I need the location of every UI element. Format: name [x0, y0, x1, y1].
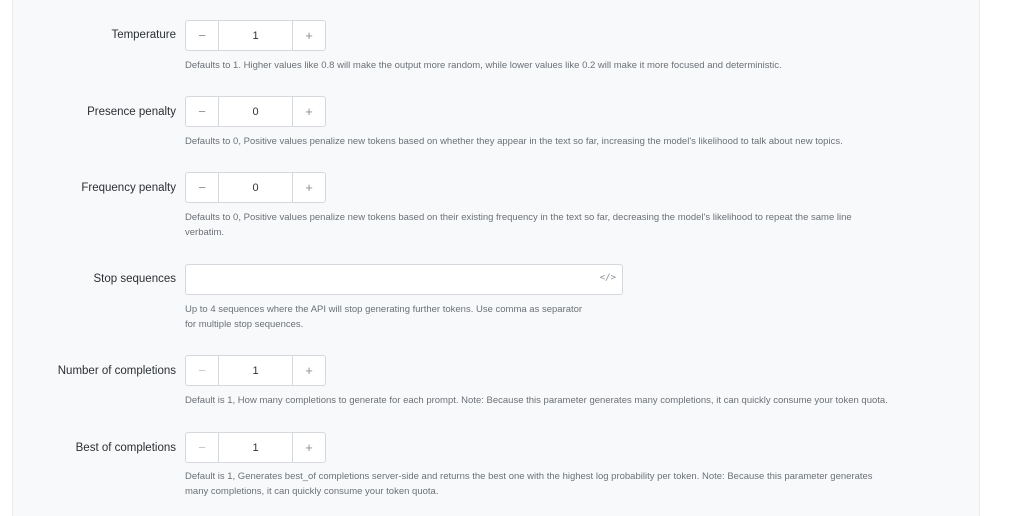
presence-penalty-stepper: − 0 +	[185, 96, 326, 127]
frequency-penalty-value[interactable]: 0	[218, 173, 293, 202]
stop-sequences-help-line-2: for multiple stop sequences.	[185, 319, 304, 330]
best-of-completions-increment-button[interactable]: +	[293, 433, 325, 462]
frequency-penalty-stepper: − 0 +	[185, 172, 326, 203]
number-of-completions-value[interactable]: 1	[218, 356, 293, 385]
frequency-penalty-decrement-button[interactable]: −	[186, 173, 218, 202]
presence-penalty-value[interactable]: 0	[218, 97, 293, 126]
presence-penalty-decrement-button[interactable]: −	[186, 97, 218, 126]
number-of-completions-decrement-button[interactable]: −	[186, 356, 218, 385]
frequency-penalty-increment-button[interactable]: +	[293, 173, 325, 202]
temperature-help-text: Defaults to 1. Higher values like 0.8 wi…	[185, 60, 782, 71]
temperature-value[interactable]: 1	[218, 21, 293, 50]
stop-sequences-help-text: Up to 4 sequences where the API will sto…	[185, 302, 582, 332]
frequency-penalty-help-text: Defaults to 0, Positive values penalize …	[185, 210, 852, 240]
best-of-completions-value[interactable]: 1	[218, 433, 293, 462]
stop-sequences-label: Stop sequences	[93, 273, 176, 285]
number-of-completions-stepper: − 1 +	[185, 355, 326, 386]
stop-sequences-input[interactable]	[194, 265, 598, 294]
best-of-completions-help-line-2: many completions, it can quickly consume…	[185, 486, 439, 497]
parameters-panel	[12, 0, 980, 516]
best-of-completions-stepper: − 1 +	[185, 432, 326, 463]
temperature-stepper: − 1 +	[185, 20, 326, 51]
number-of-completions-increment-button[interactable]: +	[293, 356, 325, 385]
number-of-completions-help-text: Default is 1, How many completions to ge…	[185, 395, 888, 406]
frequency-penalty-label: Frequency penalty	[81, 182, 176, 194]
best-of-completions-help-text: Default is 1, Generates best_of completi…	[185, 469, 873, 499]
best-of-completions-help-line-1: Default is 1, Generates best_of completi…	[185, 471, 873, 482]
frequency-penalty-help-line-1: Defaults to 0, Positive values penalize …	[185, 212, 852, 223]
temperature-label: Temperature	[111, 29, 176, 41]
code-icon[interactable]: </>	[600, 273, 616, 283]
temperature-increment-button[interactable]: +	[293, 21, 325, 50]
number-of-completions-label: Number of completions	[57, 365, 176, 377]
best-of-completions-label: Best of completions	[75, 442, 176, 454]
presence-penalty-label: Presence penalty	[87, 106, 176, 118]
frequency-penalty-help-line-2: verbatim.	[185, 227, 225, 238]
stop-sequences-help-line-1: Up to 4 sequences where the API will sto…	[185, 304, 583, 315]
presence-penalty-help-text: Defaults to 0, Positive values penalize …	[185, 136, 843, 147]
presence-penalty-increment-button[interactable]: +	[293, 97, 325, 126]
stop-sequences-field: </>	[185, 264, 623, 295]
best-of-completions-decrement-button[interactable]: −	[186, 433, 218, 462]
temperature-decrement-button[interactable]: −	[186, 21, 218, 50]
